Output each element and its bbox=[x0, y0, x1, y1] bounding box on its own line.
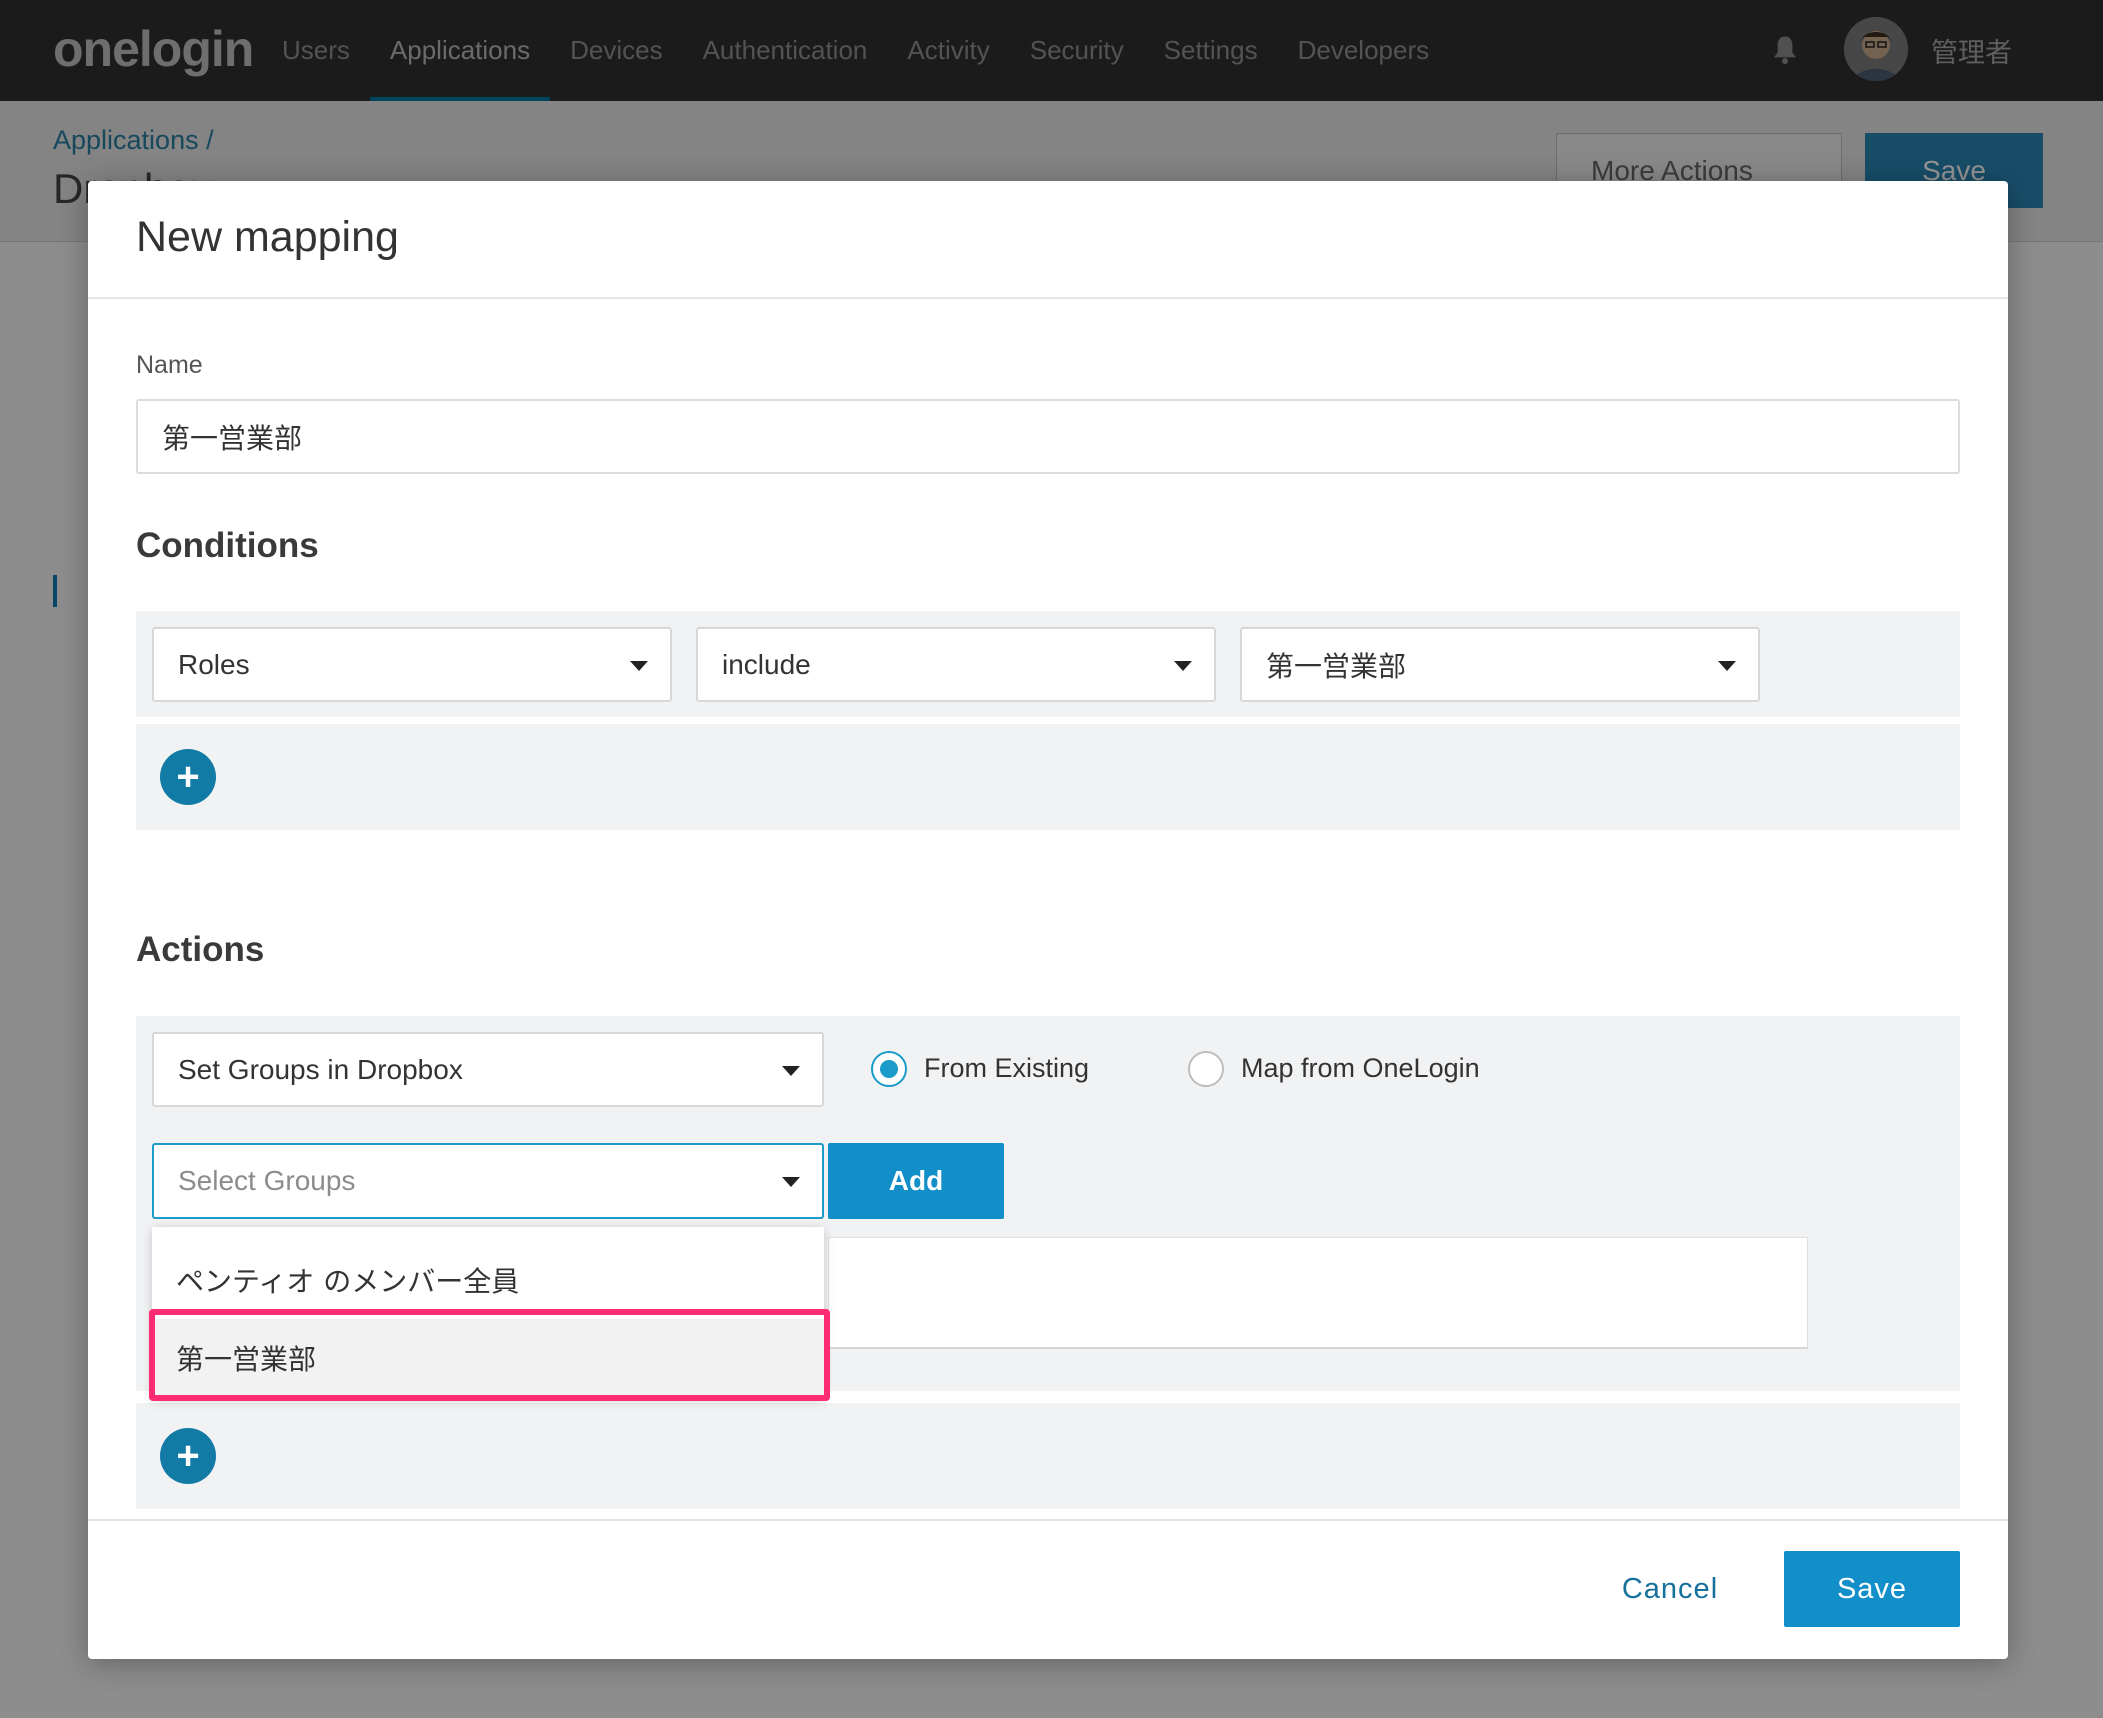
map-from-onelogin-label[interactable]: Map from OneLogin bbox=[1241, 1053, 1480, 1084]
save-button[interactable]: Save bbox=[1784, 1551, 1960, 1627]
condition-field-value: Roles bbox=[178, 648, 250, 680]
condition-operator-select[interactable]: include bbox=[696, 627, 1216, 702]
plus-icon: + bbox=[176, 1434, 200, 1478]
chevron-down-icon bbox=[782, 1066, 800, 1076]
cancel-button[interactable]: Cancel bbox=[1600, 1551, 1740, 1627]
header-divider bbox=[88, 297, 2008, 299]
dialog-title: New mapping bbox=[136, 213, 399, 261]
chevron-down-icon bbox=[1718, 661, 1736, 671]
conditions-heading: Conditions bbox=[136, 526, 319, 565]
condition-row: Roles include 第一営業部 bbox=[136, 611, 1960, 717]
footer-divider bbox=[88, 1519, 2008, 1521]
chevron-down-icon bbox=[1174, 661, 1192, 671]
actions-heading: Actions bbox=[136, 930, 265, 969]
condition-field-select[interactable]: Roles bbox=[152, 627, 672, 702]
from-existing-label[interactable]: From Existing bbox=[924, 1053, 1089, 1084]
highlight-annotation-frame bbox=[149, 1309, 830, 1401]
selected-groups-box bbox=[828, 1237, 1808, 1349]
name-input[interactable]: 第一営業部 bbox=[136, 399, 1960, 474]
add-condition-row: + bbox=[136, 724, 1960, 830]
chevron-down-icon bbox=[630, 661, 648, 671]
action-type-value: Set Groups in Dropbox bbox=[178, 1053, 463, 1085]
plus-icon: + bbox=[176, 755, 200, 799]
new-mapping-dialog: New mapping Name 第一営業部 Conditions Roles … bbox=[88, 181, 2008, 1659]
select-groups-placeholder: Select Groups bbox=[178, 1165, 356, 1196]
from-existing-radio[interactable] bbox=[871, 1051, 907, 1087]
add-action-row: + bbox=[136, 1403, 1960, 1509]
add-condition-button[interactable]: + bbox=[160, 749, 216, 805]
chevron-down-icon bbox=[782, 1177, 800, 1187]
dropdown-option[interactable]: ペンティオ のメンバー全員 bbox=[152, 1241, 824, 1319]
map-from-onelogin-radio[interactable] bbox=[1188, 1051, 1224, 1087]
select-groups-dropdown[interactable]: Select Groups bbox=[152, 1143, 824, 1219]
condition-value-select[interactable]: 第一営業部 bbox=[1240, 627, 1760, 702]
add-action-button[interactable]: + bbox=[160, 1428, 216, 1484]
action-type-select[interactable]: Set Groups in Dropbox bbox=[152, 1032, 824, 1107]
condition-operator-value: include bbox=[722, 648, 811, 680]
add-group-button[interactable]: Add bbox=[828, 1143, 1004, 1219]
condition-value: 第一営業部 bbox=[1266, 649, 1407, 683]
name-label: Name bbox=[136, 351, 203, 379]
